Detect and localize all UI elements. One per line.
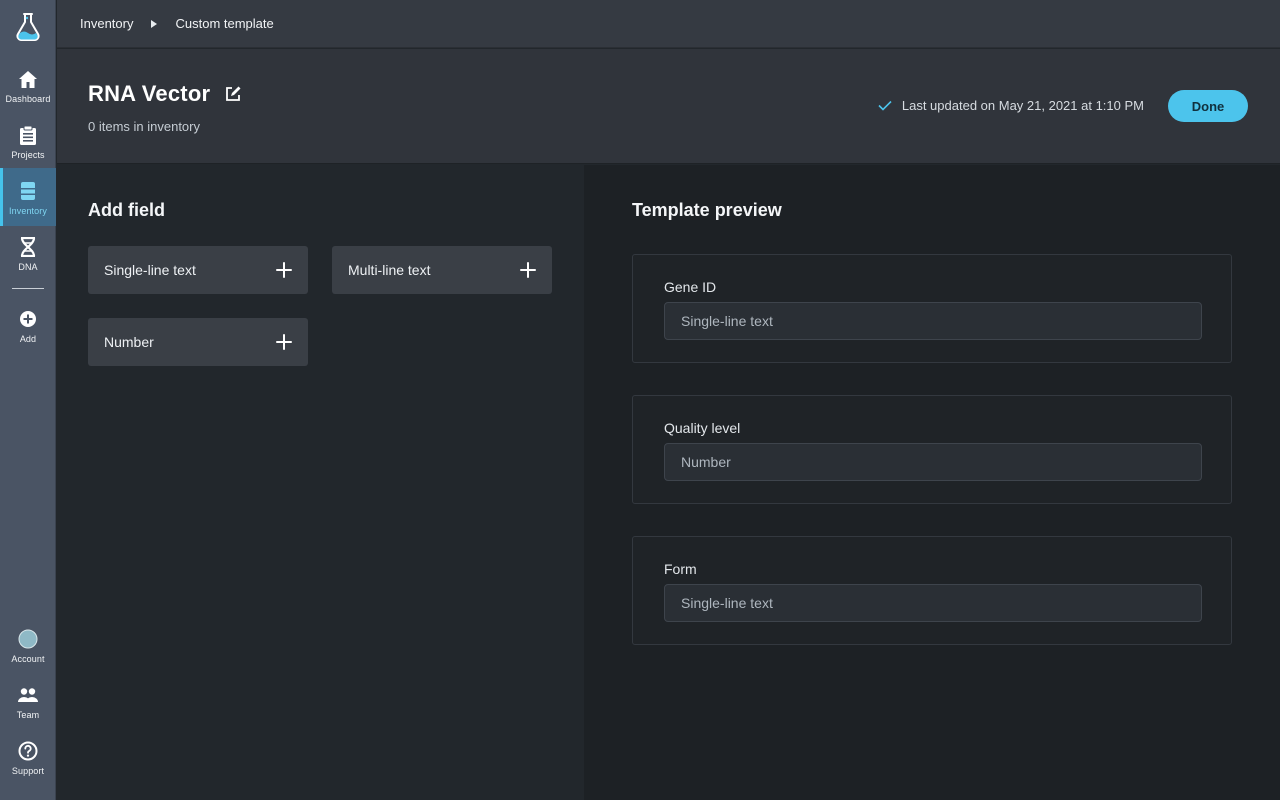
preview-field-card[interactable]: Gene ID [632,254,1232,363]
app-logo[interactable] [0,8,56,46]
field-type-label: Number [104,334,154,350]
sidebar-item-support[interactable]: Support [0,738,56,792]
home-icon [17,68,39,90]
sidebar: Dashboard Projects Inventory DNA Add Acc… [0,0,56,800]
plus-icon [520,262,536,278]
sidebar-item-label: Inventory [9,206,47,216]
clipboard-icon [17,124,39,146]
preview-field-input[interactable] [664,302,1202,340]
last-updated-text: Last updated on May 21, 2021 at 1:10 PM [901,98,1144,113]
plus-circle-icon [17,308,39,330]
add-single-line-text-button[interactable]: Single-line text [88,246,308,294]
help-circle-icon [17,740,39,762]
breadcrumb: Inventory Custom template [57,0,1280,48]
field-type-label: Multi-line text [348,262,431,278]
sidebar-item-label: Support [11,766,45,776]
plus-icon [276,334,292,350]
sidebar-item-label: Add [19,334,37,344]
sidebar-item-team[interactable]: Team [0,682,56,736]
page-header: RNA Vector 0 items in inventory Last upd… [57,49,1280,164]
inventory-count: 0 items in inventory [88,119,200,134]
preview-field-card[interactable]: Quality level [632,395,1232,504]
sidebar-divider [12,288,44,289]
add-multi-line-text-button[interactable]: Multi-line text [332,246,552,294]
field-type-label: Single-line text [104,262,196,278]
flask-icon [16,13,40,42]
dna-icon [17,236,39,258]
preview-field-card[interactable]: Form [632,536,1232,645]
avatar [17,628,39,650]
sidebar-item-label: Account [11,654,45,664]
breadcrumb-separator-icon [151,19,158,28]
preview-field-label: Form [664,561,697,577]
plus-icon [276,262,292,278]
sidebar-item-dashboard[interactable]: Dashboard [0,66,56,120]
sidebar-item-label: Team [16,710,40,720]
preview-field-input[interactable] [664,443,1202,481]
edit-square-icon[interactable] [224,85,242,103]
sidebar-item-label: Dashboard [5,94,51,104]
preview-field-input[interactable] [664,584,1202,622]
sidebar-item-add[interactable]: Add [0,306,56,360]
template-preview-panel: Template preview Gene ID Quality level F… [584,165,1280,800]
sidebar-item-account[interactable]: Account [0,626,56,680]
people-icon [17,684,39,706]
breadcrumb-item-current: Custom template [175,16,274,31]
sidebar-item-label: DNA [18,262,38,272]
page-title: RNA Vector [88,81,211,106]
check-icon [878,100,892,111]
preview-field-label: Quality level [664,420,741,436]
title-row: RNA Vector [88,81,242,107]
add-field-panel: Add field Single-line text Multi-line te… [57,165,584,800]
storage-box-icon [17,180,39,202]
done-button[interactable]: Done [1168,90,1248,122]
breadcrumb-item-inventory[interactable]: Inventory [80,16,133,31]
last-updated-status: Last updated on May 21, 2021 at 1:10 PM [878,98,1144,113]
sidebar-item-dna[interactable]: DNA [0,234,56,288]
preview-field-label: Gene ID [664,279,717,295]
add-field-title: Add field [88,200,165,220]
template-preview-title: Template preview [632,200,782,220]
sidebar-item-inventory[interactable]: Inventory [0,168,56,226]
sidebar-item-label: Projects [11,150,45,160]
add-number-button[interactable]: Number [88,318,308,366]
